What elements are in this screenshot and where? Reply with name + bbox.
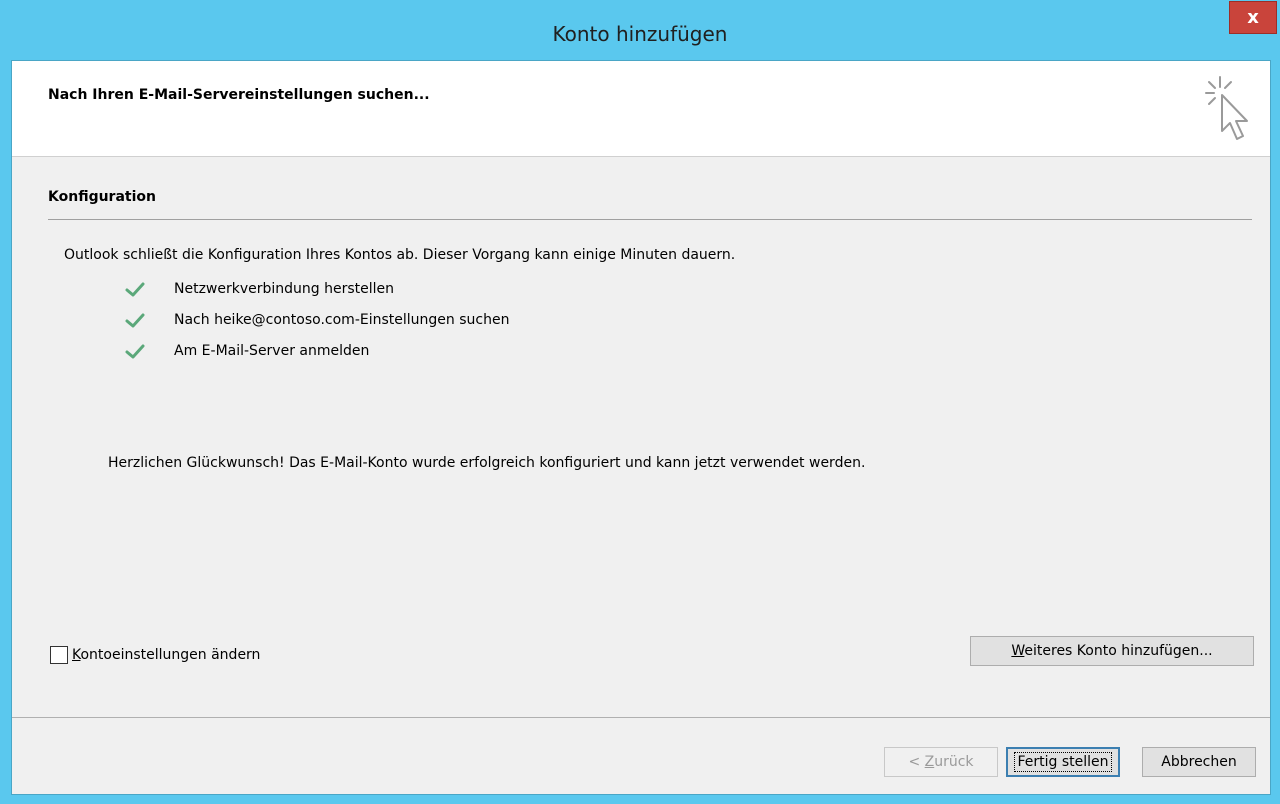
finish-button[interactable]: Fertig stellen (1006, 747, 1120, 777)
back-button[interactable]: < Zurück (884, 747, 998, 777)
checkmark-icon (125, 344, 145, 359)
window-title: Konto hinzufügen (552, 22, 728, 46)
dialog-window: Konto hinzufügen x Nach Ihren E-Mail-Ser… (0, 0, 1280, 804)
section-label: Konfiguration (48, 189, 156, 205)
step-label: Netzwerkverbindung herstellen (174, 281, 395, 297)
dialog-client-area: Nach Ihren E-Mail-Servereinstellungen su… (11, 60, 1271, 795)
change-settings-option[interactable]: Kontoeinstellungen ändern (50, 646, 260, 664)
checkmark-icon (125, 313, 145, 328)
cursor-sparkle-icon (1205, 76, 1248, 140)
section-divider (48, 219, 1252, 220)
add-another-account-button[interactable]: Weiteres Konto hinzufügen... (970, 636, 1254, 666)
change-settings-checkbox[interactable] (50, 646, 68, 664)
footer-divider (12, 717, 1270, 718)
step-label: Am E-Mail-Server anmelden (174, 343, 370, 359)
step-label: Nach heike@contoso.com-Einstellungen suc… (174, 312, 510, 328)
checkmark-icon (125, 282, 145, 297)
cancel-button[interactable]: Abbrechen (1142, 747, 1256, 777)
intro-text: Outlook schließt die Konfiguration Ihres… (64, 247, 736, 263)
title-bar[interactable]: Konto hinzufügen x (0, 0, 1280, 60)
success-message: Herzlichen Glückwunsch! Das E-Mail-Konto… (108, 455, 866, 471)
header-title: Nach Ihren E-Mail-Servereinstellungen su… (48, 87, 430, 103)
step-item: Netzwerkverbindung herstellen (124, 278, 394, 300)
step-item: Nach heike@contoso.com-Einstellungen suc… (124, 309, 509, 331)
step-item: Am E-Mail-Server anmelden (124, 340, 369, 362)
close-button[interactable]: x (1229, 1, 1277, 34)
header-band: Nach Ihren E-Mail-Servereinstellungen su… (12, 61, 1270, 157)
change-settings-label[interactable]: Kontoeinstellungen ändern (72, 647, 260, 663)
